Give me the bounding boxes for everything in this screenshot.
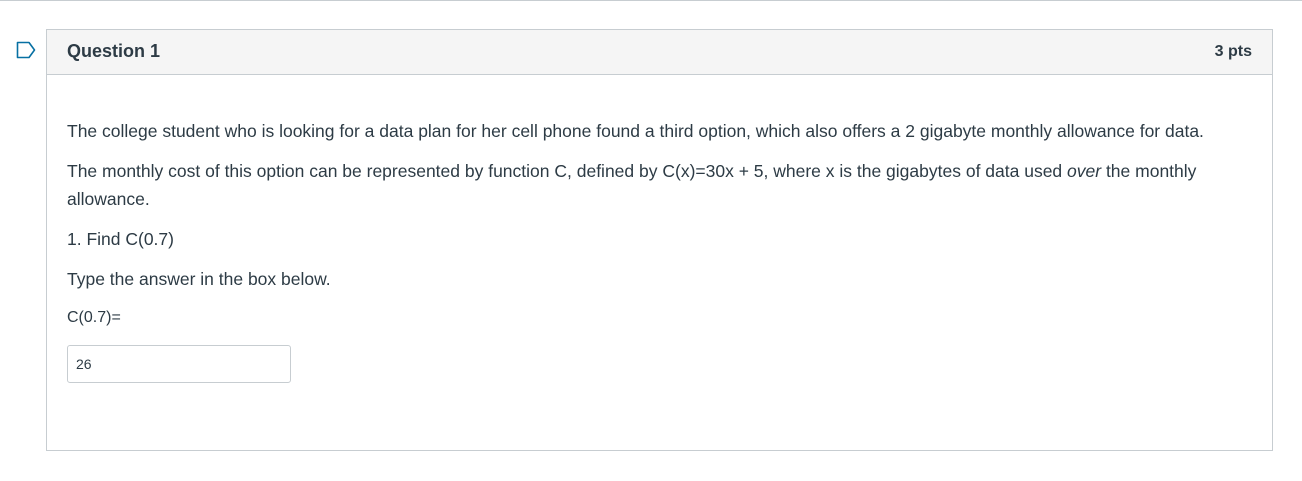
cost-text-before: The monthly cost of this option can be r…	[67, 161, 1068, 181]
cost-text-emphasis: over	[1067, 161, 1102, 181]
question-body: The college student who is looking for a…	[47, 75, 1272, 383]
answer-input[interactable]	[67, 345, 291, 383]
bookmark-flag-icon[interactable]	[16, 41, 36, 59]
question-points: 3 pts	[1214, 43, 1252, 60]
question-cost-text: The monthly cost of this option can be r…	[67, 157, 1252, 213]
question-title: Question 1	[67, 41, 161, 61]
question-instruction-text: Type the answer in the box below.	[67, 269, 331, 289]
question-intro-text: The college student who is looking for a…	[67, 121, 1204, 141]
answer-label: C(0.7)=	[67, 309, 121, 326]
question-card: Question 1 3 pts The college student who…	[46, 29, 1273, 451]
top-divider	[0, 0, 1302, 1]
question-header: Question 1 3 pts	[47, 30, 1272, 75]
question-task-text: 1. Find C(0.7)	[67, 229, 174, 249]
